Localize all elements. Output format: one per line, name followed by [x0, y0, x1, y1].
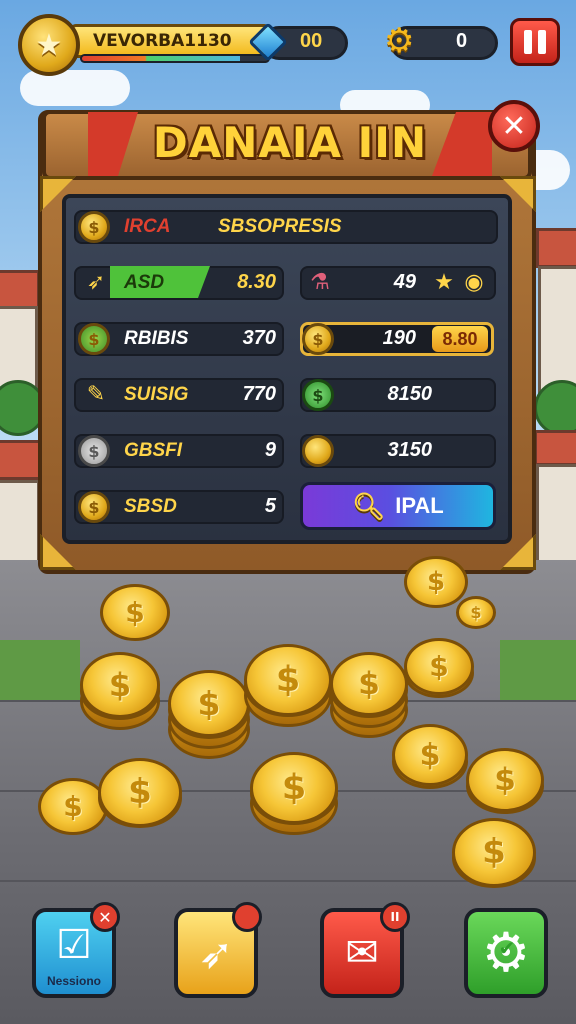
green-coin-icon: $ [302, 379, 334, 411]
gear-coin-icon[interactable]: ⚙ [384, 24, 418, 58]
coin-count: 0 [456, 30, 468, 52]
coin-icon: $ [302, 323, 334, 355]
xp-progress-bar [80, 54, 270, 63]
house-right [538, 266, 576, 396]
check-icon: ✔ [498, 936, 516, 960]
gold-coin: $ [466, 748, 544, 812]
gold-coin: $ [404, 638, 474, 696]
pause-button[interactable] [510, 18, 560, 66]
stat-label: SUISIG [124, 384, 189, 405]
scroll-icon: ✎ [86, 381, 106, 407]
gold-coin: $ [80, 652, 160, 718]
cloud [20, 70, 130, 106]
stat-label: RBIBIS [124, 328, 189, 349]
pause-icon [538, 30, 546, 54]
close-icon: ✕ [501, 108, 527, 144]
coin-icon: $ [78, 211, 110, 243]
player-name: VEVORBA1130 [93, 31, 232, 51]
gold-coin: $ [392, 724, 468, 787]
grass-left [0, 640, 80, 700]
gem-icon[interactable] [248, 20, 288, 64]
gold-coin: $ [404, 556, 468, 609]
house-roof-right-2 [534, 430, 576, 466]
gold-coin: $ [250, 752, 338, 825]
close-button[interactable]: ✕ [488, 100, 540, 152]
gold-coin: $ [330, 652, 408, 716]
bullet-icon: ➶ [86, 269, 106, 295]
search-action-button[interactable]: 🔍︎ IPAL [300, 482, 496, 530]
pause-icon [524, 30, 532, 54]
star-icon: ★ [434, 269, 454, 295]
gold-coin: $ [168, 670, 250, 738]
box-icon: ☑ [56, 922, 92, 968]
grass-right [500, 640, 576, 700]
gold-coin-icon [302, 435, 334, 467]
level-badge[interactable]: ★ [18, 14, 80, 76]
stat-value: 370 [242, 327, 276, 349]
coin-icon: $ [78, 435, 110, 467]
gold-coin: $ [244, 644, 332, 717]
panel-title: DANAIA IIN [152, 118, 428, 167]
potion-icon: ⚗ [310, 269, 330, 295]
rocket-icon: ➶ [198, 928, 234, 978]
stat-value: 770 [242, 383, 276, 405]
stat-value: 3150 [387, 439, 433, 461]
coin-icon: $ [78, 491, 110, 523]
action-button-label: IPAL [395, 493, 444, 518]
xp-progress-fill [82, 56, 241, 61]
stat-value: 8150 [387, 383, 433, 405]
gem-count: 00 [300, 30, 323, 52]
price-chip: 8.80 [432, 326, 488, 352]
house-roof-left [0, 270, 40, 310]
gold-coin: $ [98, 758, 182, 827]
gold-coin: $ [100, 584, 170, 642]
pause-badge: II [380, 902, 410, 932]
stat-value: 9 [264, 439, 276, 461]
gold-coin: $ [456, 596, 496, 629]
house-roof-right [536, 228, 576, 268]
stat-label: ASD [124, 272, 165, 293]
stat-label: SBSD [124, 496, 177, 517]
stat-value: 5 [264, 495, 276, 517]
cards-icon: ✉ [345, 930, 379, 976]
stat-value: 8.30 [237, 271, 276, 293]
stat-value: 190 [382, 327, 416, 349]
stat-value: 49 [393, 271, 416, 293]
player-name-bar: VEVORBA1130 [70, 24, 270, 58]
level-star-icon: ★ [35, 27, 63, 63]
notification-badge [232, 902, 262, 932]
coin-icon: $ [78, 323, 110, 355]
header-label: IRCA [124, 216, 171, 237]
stat-label: GBSFI [124, 440, 183, 461]
header-value: SBSOPRESIS [218, 216, 342, 237]
magnifier-icon: 🔍︎ [352, 490, 386, 521]
gold-coin: $ [452, 818, 536, 887]
close-badge: ✕ [90, 902, 120, 932]
coin-stack-icon: ◉ [464, 269, 484, 295]
inventory-caption: Nessiono [46, 974, 101, 988]
